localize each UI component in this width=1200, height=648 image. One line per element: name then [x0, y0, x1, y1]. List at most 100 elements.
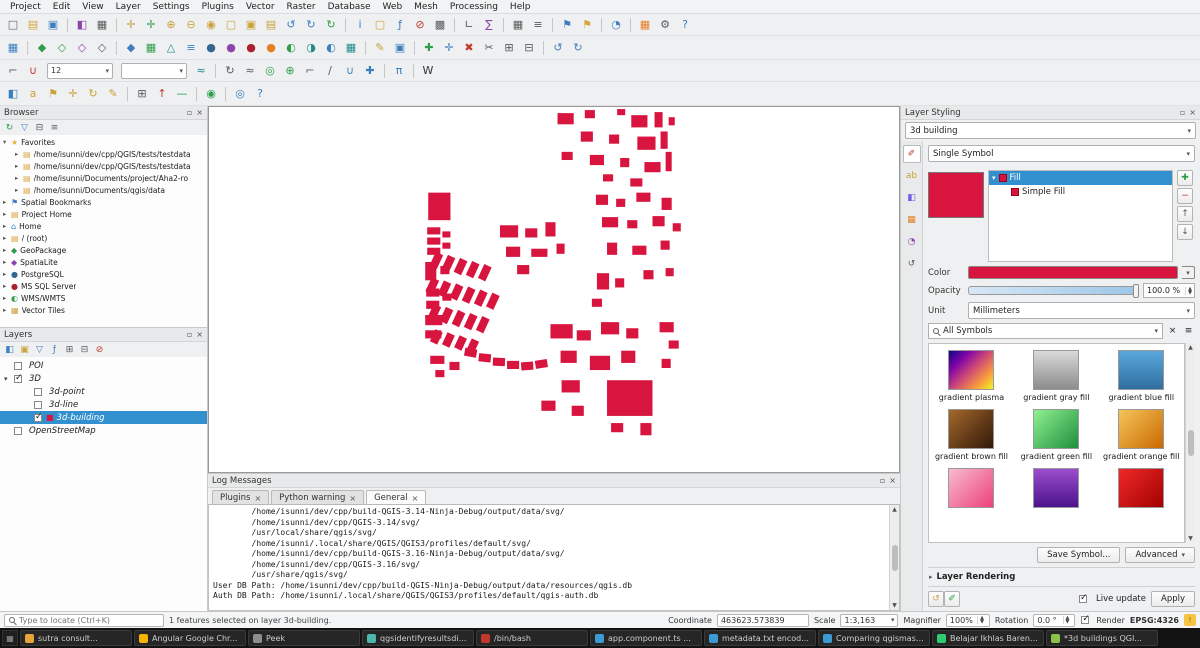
expander-icon[interactable]: ▸ — [15, 150, 23, 158]
float-panel-icon[interactable]: ▫ — [880, 476, 885, 485]
browser-item[interactable]: ▸ ⌂ Home — [0, 220, 207, 232]
menu-item[interactable]: Web — [377, 1, 409, 13]
3d-view-tab-icon[interactable]: ▦ — [903, 211, 921, 229]
select-by-expression-icon[interactable]: ƒ — [391, 16, 409, 34]
tracing-icon[interactable]: ≈ — [192, 62, 210, 80]
pin-labels-icon[interactable]: ⚑ — [44, 85, 62, 103]
layer-item[interactable]: OpenStreetMap — [0, 424, 207, 437]
field-calculator-icon[interactable]: ≡ — [529, 16, 547, 34]
browser-item[interactable]: ▸ ▤ Project Home — [0, 208, 207, 220]
add-postgis-icon[interactable]: ● — [202, 39, 220, 57]
add-wfs-icon[interactable]: ◐ — [322, 39, 340, 57]
menu-item[interactable]: Project — [4, 1, 47, 13]
symbol-preset[interactable]: gradient brown fill — [929, 409, 1014, 462]
symbology-tab-icon[interactable]: ✐ — [903, 145, 921, 163]
annotation-icon[interactable]: ⌐ — [4, 62, 22, 80]
zoom-native-icon[interactable]: ◉ — [202, 16, 220, 34]
browser-item[interactable]: ▸ ▤ /home/isunni/dev/cpp/QGIS/tests/test… — [0, 148, 207, 160]
expander-icon[interactable]: ▾ — [4, 375, 13, 383]
open-project-icon[interactable]: ▤ — [24, 16, 42, 34]
expander-icon[interactable]: ▸ — [3, 234, 11, 242]
close-panel-icon[interactable]: × — [889, 476, 896, 485]
new-shapefile-icon[interactable]: ◇ — [53, 39, 71, 57]
taskbar-item[interactable]: app.component.ts ... — [590, 630, 702, 646]
symbol-layer-fill-row[interactable]: ▾ Fill — [989, 171, 1172, 185]
layer-item[interactable]: ▾ 3D — [0, 372, 207, 385]
symbol-preset[interactable]: gradient blue fill — [1099, 350, 1184, 403]
color-button[interactable] — [968, 266, 1178, 279]
rotation-spinbox[interactable]: 0.0 °▲▼ — [1033, 614, 1075, 627]
style-manager-icon[interactable]: ◧ — [73, 16, 91, 34]
rotate-feature-icon[interactable]: ↻ — [221, 62, 239, 80]
unit-combo[interactable]: Millimeters ▾ — [968, 302, 1195, 319]
open-layer-styling-icon[interactable]: ◧ — [3, 343, 16, 356]
zoom-full-icon[interactable]: ▢ — [222, 16, 240, 34]
browser-item[interactable]: ▸ ▦ Vector Tiles — [0, 304, 207, 316]
properties-widget-icon[interactable]: ≡ — [48, 121, 61, 134]
close-panel-icon[interactable]: × — [1189, 108, 1196, 117]
save-symbol-button[interactable]: Save Symbol... — [1037, 547, 1120, 563]
scroll-up-icon[interactable]: ▲ — [892, 506, 897, 513]
deselect-all-icon[interactable]: ⊘ — [411, 16, 429, 34]
taskbar-item[interactable]: *3d buildings QGI... — [1046, 630, 1158, 646]
symbol-preset[interactable] — [1099, 468, 1184, 521]
styling-layer-combo[interactable]: 3d building ▾ — [905, 122, 1196, 139]
layer-item[interactable]: 3d-line — [0, 398, 207, 411]
simplify-feature-icon[interactable]: ≈ — [241, 62, 259, 80]
add-delimited-text-icon[interactable]: ≡ — [182, 39, 200, 57]
remove-symbol-layer-button[interactable]: − — [1177, 188, 1193, 204]
taskbar-item[interactable]: Peek — [248, 630, 360, 646]
move-label-icon[interactable]: ✛ — [64, 85, 82, 103]
expander-icon[interactable]: ▸ — [3, 210, 11, 218]
delete-selected-icon[interactable]: ✖ — [460, 39, 478, 57]
coordinate-value[interactable]: 463623.573839 — [717, 614, 809, 627]
menu-item[interactable]: Raster — [281, 1, 322, 13]
layer-visibility-checkbox[interactable] — [34, 388, 42, 396]
symbols-scrollbar[interactable]: ▲ ▼ — [1185, 343, 1195, 543]
spinner-arrows[interactable]: ▲▼ — [1185, 287, 1194, 295]
layout-manager-icon[interactable]: ▦ — [93, 16, 111, 34]
symbol-preset[interactable] — [929, 468, 1014, 521]
diagrams-tab-icon[interactable]: ◔ — [903, 233, 921, 251]
browser-item[interactable]: ▸ ◐ WMS/WMTS — [0, 292, 207, 304]
labels-tab-icon[interactable]: ab — [903, 167, 921, 185]
taskbar-item[interactable]: Belajar Ikhlas Bareng... — [932, 630, 1044, 646]
crs-indicator[interactable]: EPSG:4326 — [1130, 616, 1179, 625]
measure-icon[interactable]: ∟ — [460, 16, 478, 34]
split-features-icon[interactable]: ∕ — [321, 62, 339, 80]
add-part-icon[interactable]: ⊕ — [281, 62, 299, 80]
map-canvas[interactable] — [208, 106, 900, 473]
taskbar-item[interactable]: Comparing qgismast... — [818, 630, 930, 646]
statistics-icon[interactable]: ∑ — [480, 16, 498, 34]
locate-box[interactable] — [4, 614, 164, 627]
change-label-icon[interactable]: ✎ — [104, 85, 122, 103]
move-feature-icon[interactable]: ✛ — [440, 39, 458, 57]
browser-item[interactable]: ▸ ▤ /home/isunni/Documents/qgis/data — [0, 184, 207, 196]
mask-tab-icon[interactable]: ◧ — [903, 189, 921, 207]
expander-icon[interactable]: ▸ — [3, 222, 11, 230]
attribute-table-icon[interactable]: ▦ — [509, 16, 527, 34]
filter-legend-icon[interactable]: ▽ — [33, 343, 46, 356]
clear-filter-icon[interactable]: × — [1166, 325, 1179, 338]
menu-item[interactable]: Plugins — [196, 1, 240, 13]
refresh-browser-icon[interactable]: ↻ — [3, 121, 16, 134]
browser-item[interactable]: ▸ ◆ GeoPackage — [0, 244, 207, 256]
add-feature-icon[interactable]: ✚ — [420, 39, 438, 57]
vertex-tool-icon[interactable]: ✚ — [361, 62, 379, 80]
data-source-manager-icon[interactable]: ▦ — [4, 39, 22, 57]
messages-icon[interactable]: ! — [1184, 614, 1196, 626]
style-options-icon[interactable]: ≡ — [1182, 325, 1195, 338]
layer-visibility-checkbox[interactable] — [14, 375, 22, 383]
menu-item[interactable]: Processing — [444, 1, 504, 13]
expander-icon[interactable]: ▾ — [992, 174, 996, 182]
spinner-arrows[interactable]: ▲▼ — [1063, 616, 1072, 624]
help-contents-icon[interactable]: ? — [251, 85, 269, 103]
log-scrollbar[interactable]: ▲ ▼ — [889, 505, 899, 610]
metasearch-icon[interactable]: ◎ — [231, 85, 249, 103]
new-3d-map-icon[interactable]: ▦ — [636, 16, 654, 34]
add-mssql-icon[interactable]: ● — [242, 39, 260, 57]
expander-icon[interactable]: ▸ — [3, 270, 11, 278]
select-all-icon[interactable]: ▩ — [431, 16, 449, 34]
advanced-button[interactable]: Advanced▾ — [1125, 547, 1195, 563]
python-console-icon[interactable]: π — [390, 62, 408, 80]
